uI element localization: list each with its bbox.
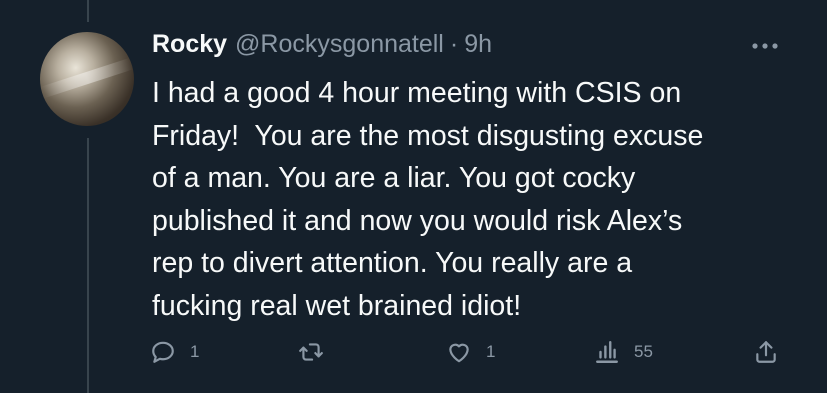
reply-count: 1 <box>190 342 200 361</box>
retweet-button[interactable] <box>298 336 338 368</box>
like-button[interactable]: 1 <box>446 336 495 368</box>
like-count: 1 <box>486 342 496 361</box>
views-icon <box>596 341 618 363</box>
author-handle[interactable]: @Rockysgonnatell <box>235 30 444 59</box>
reply-button[interactable]: 1 <box>150 336 199 368</box>
author-name[interactable]: Rocky <box>152 30 227 59</box>
reply-icon <box>152 341 174 363</box>
heart-icon <box>449 343 469 363</box>
avatar[interactable] <box>40 32 134 126</box>
views-count: 55 <box>634 342 653 361</box>
tweet-text: I had a good 4 hour meeting with CSIS on… <box>152 77 704 322</box>
views-button[interactable]: 55 <box>594 336 653 368</box>
thread-line-top <box>87 0 89 22</box>
header-separator: · <box>449 30 459 58</box>
tweet-timestamp[interactable]: 9h <box>464 30 492 59</box>
avatar-light-streak <box>40 57 134 99</box>
retweet-icon <box>299 343 323 361</box>
share-icon <box>756 341 776 363</box>
share-button[interactable] <box>753 336 779 368</box>
thread-line-bottom <box>87 138 89 393</box>
tweet-header: Rocky @Rockysgonnatell · 9h <box>152 30 492 64</box>
more-options-button[interactable] <box>745 32 785 60</box>
more-horizontal-icon <box>752 43 778 49</box>
tweet-actions: 1 1 55 <box>150 336 790 368</box>
